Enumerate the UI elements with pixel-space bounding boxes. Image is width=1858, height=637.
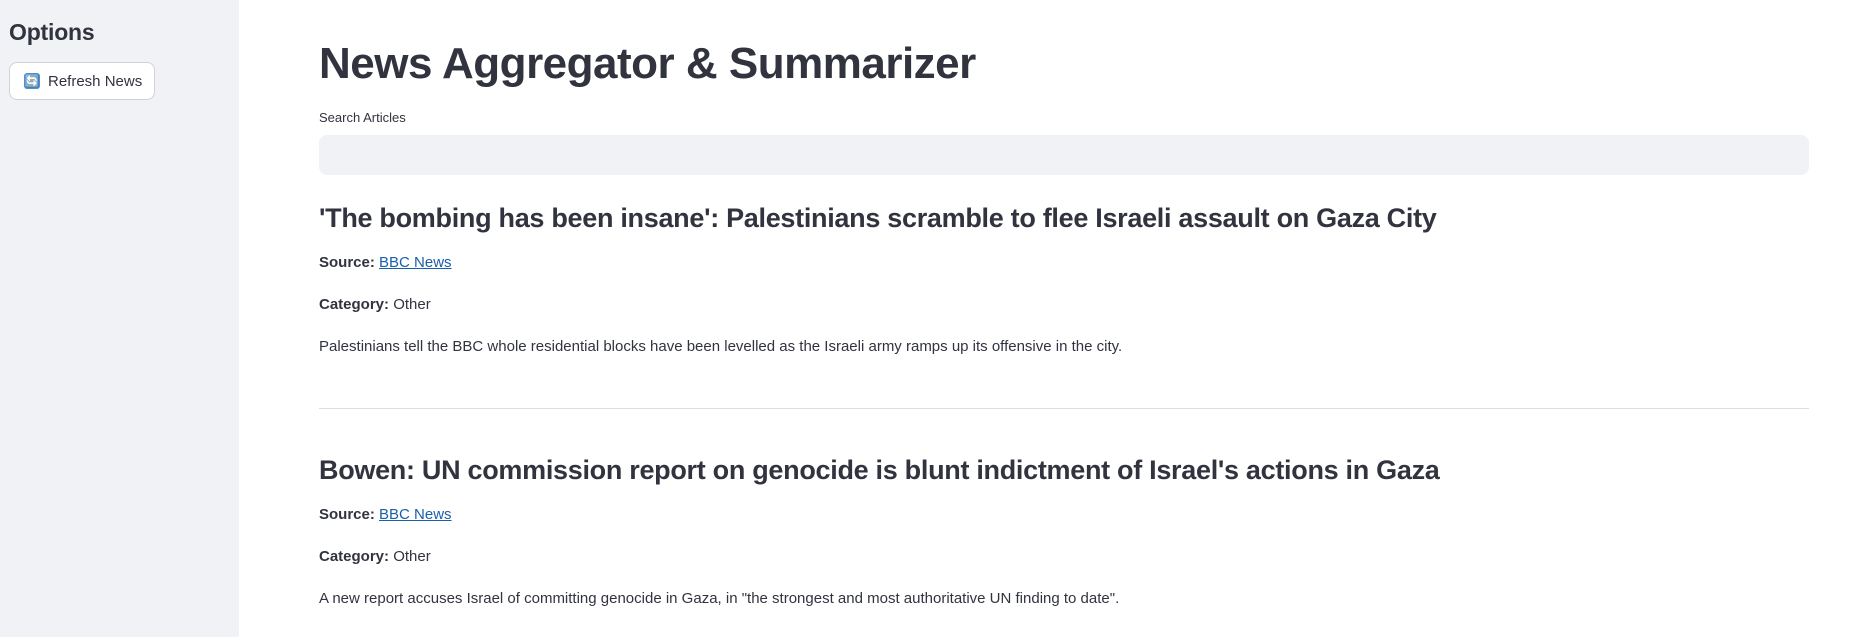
category-value: Other (393, 296, 431, 313)
search-input[interactable] (319, 135, 1809, 175)
refresh-news-label: Refresh News (48, 72, 143, 90)
source-key: Source: (319, 254, 380, 271)
article-source: Source: BBC News (319, 252, 1809, 274)
sidebar: Options 🔄 Refresh News (0, 0, 239, 637)
category-key: Category: (319, 296, 394, 313)
article-title[interactable]: Bowen: UN commission report on genocide … (319, 452, 1809, 488)
source-link[interactable]: BBC News (379, 506, 452, 523)
source-key: Source: (319, 506, 380, 523)
article-summary: Palestinians tell the BBC whole resident… (319, 338, 1123, 355)
article-title[interactable]: 'The bombing has been insane': Palestini… (319, 200, 1809, 236)
refresh-news-button[interactable]: 🔄 Refresh News (9, 62, 156, 100)
source-link[interactable]: BBC News (379, 254, 452, 271)
article-source: Source: BBC News (319, 504, 1809, 526)
app-window: Options 🔄 Refresh News News Aggregator &… (0, 0, 1858, 637)
category-key: Category: (319, 548, 394, 565)
article-category: Category: Other (319, 294, 1809, 316)
article-divider (319, 408, 1809, 409)
article-category: Category: Other (319, 546, 1809, 568)
sidebar-title: Options (9, 19, 95, 45)
page-title: News Aggregator & Summarizer (319, 39, 976, 88)
refresh-icon: 🔄 (24, 73, 40, 89)
article-card: 'The bombing has been insane': Palestini… (319, 200, 1809, 358)
search-label: Search Articles (319, 110, 406, 125)
article-card: Bowen: UN commission report on genocide … (319, 452, 1809, 610)
category-value: Other (393, 548, 431, 565)
article-summary: A new report accuses Israel of committin… (319, 590, 1120, 607)
